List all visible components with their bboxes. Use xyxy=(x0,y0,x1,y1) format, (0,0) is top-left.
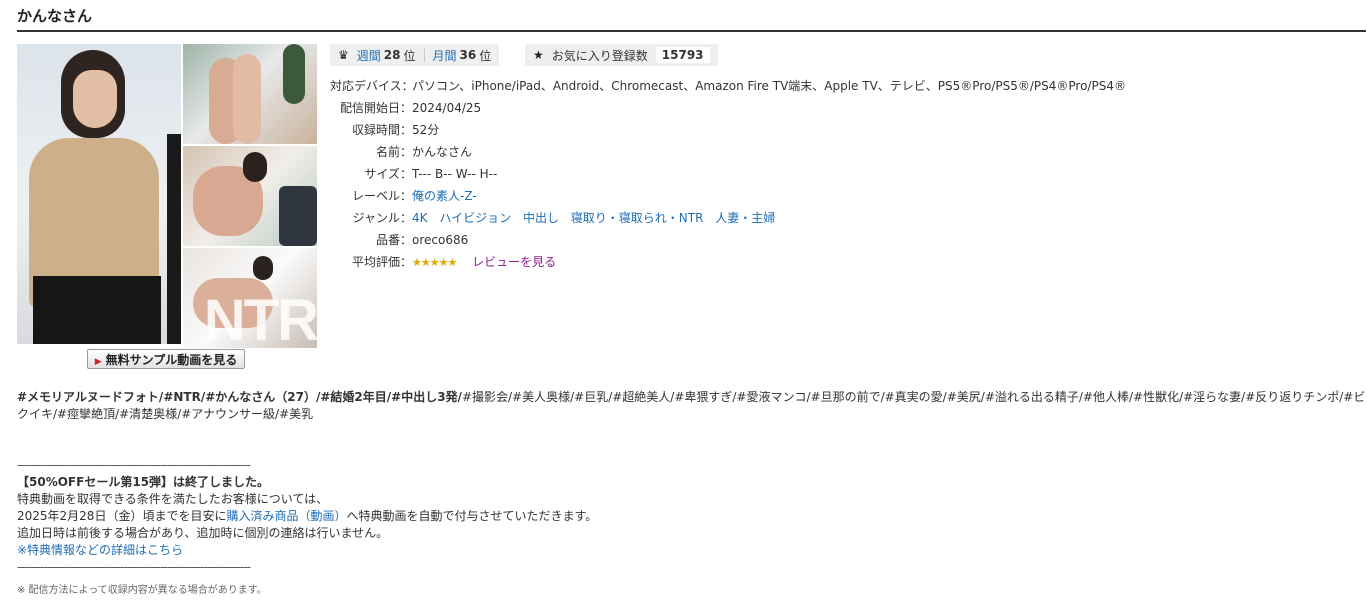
spec-release-date: 配信開始日： 2024/04/25 xyxy=(339,101,482,115)
divider: ----------------------------------------… xyxy=(17,560,251,574)
description-tags: #メモリアルヌードフォト/#NTR/#かんなさん（27）/#結婚2年目/#中出し… xyxy=(17,389,1366,423)
free-sample-video-button[interactable]: ▶ 無料サンプル動画を見る xyxy=(87,349,245,369)
spec-name: 名前： かんなさん xyxy=(375,145,473,159)
weekly-ranking-link[interactable]: 週間 xyxy=(357,47,381,64)
purchased-items-link[interactable]: 購入済み商品（動画） xyxy=(226,509,346,523)
weekly-rank: 28 xyxy=(383,48,401,62)
monthly-ranking-link[interactable]: 月間 xyxy=(433,47,457,64)
footnote: ※ 配信方法によって収録内容が異なる場合があります。 xyxy=(17,585,267,596)
sample-thumbnails: NTR xyxy=(183,44,317,350)
view-reviews-link[interactable]: レビューを見る xyxy=(472,255,556,269)
spec-label: レーベル： 俺の素人-Z- xyxy=(351,189,477,203)
bonus-details-link[interactable]: ※特典情報などの詳細はこちら xyxy=(17,542,817,559)
page-title: かんなさん xyxy=(17,4,1366,32)
spec-devices: 対応デバイス： パソコン、iPhone/iPad、Android、Chromec… xyxy=(330,79,1126,93)
sample-thumbnail[interactable] xyxy=(183,146,317,246)
rank-unit: 位 xyxy=(479,48,492,63)
notice-headline: 【50%OFFセール第15弾】は終了しました。 xyxy=(17,475,270,489)
spec-size: サイズ： T--- B-- W-- H-- xyxy=(364,167,498,181)
spec-product-code: 品番： oreco686 xyxy=(375,233,469,247)
star-icon: ★ xyxy=(533,48,544,62)
rating-stars-icon: ★★★★★ xyxy=(412,256,457,269)
main-package-image[interactable] xyxy=(17,44,181,344)
monthly-rank: 36 xyxy=(459,48,477,62)
genre-link[interactable]: 4K xyxy=(412,211,428,225)
favorites-box[interactable]: ★ お気に入り登録数 15793 xyxy=(525,44,718,66)
notice-line: 追加日時は前後する場合があり、追加時に個別の連絡は行いません。 xyxy=(17,526,389,540)
genre-link[interactable]: 中出し xyxy=(523,211,559,225)
spec-rating: 平均評価： ★★★★★ レビューを見る xyxy=(351,255,557,269)
ntr-watermark: NTR xyxy=(203,288,317,348)
genre-link[interactable]: ハイビジョン xyxy=(439,211,511,225)
genre-link[interactable]: 寝取り・寝取られ・NTR xyxy=(571,211,704,225)
sample-thumbnail[interactable] xyxy=(183,44,317,144)
product-specs: 対応デバイス： パソコン、iPhone/iPad、Android、Chromec… xyxy=(330,75,1230,273)
sample-thumbnail[interactable]: NTR xyxy=(183,248,317,348)
favorites-label: お気に入り登録数 xyxy=(551,48,648,63)
crown-icon: ♛ xyxy=(338,48,349,62)
ranking-box: ♛ 週間 28 位 月間 36 位 xyxy=(330,44,500,66)
rank-unit: 位 xyxy=(403,48,416,63)
tags-bold: #メモリアルヌードフォト/#NTR/#かんなさん（27）/#結婚2年目/#中出し… xyxy=(17,390,462,404)
play-icon: ▶ xyxy=(94,357,102,367)
spec-duration: 収録時間： 52分 xyxy=(351,123,440,137)
label-link[interactable]: 俺の素人-Z- xyxy=(412,189,477,203)
spec-genre: ジャンル： 4K ハイビジョン 中出し 寝取り・寝取られ・NTR 人妻・主婦 xyxy=(352,211,776,225)
sale-notice: ----------------------------------------… xyxy=(17,457,817,576)
notice-line: 2025年2月28日（金）頃までを目安に購入済み商品（動画）へ特典動画を自動で付… xyxy=(17,509,598,523)
notice-line: 特典動画を取得できる条件を満たしたお客様については、 xyxy=(17,492,329,506)
divider: ----------------------------------------… xyxy=(17,458,251,472)
favorites-count: 15793 xyxy=(655,47,710,63)
genre-link[interactable]: 人妻・主婦 xyxy=(715,211,775,225)
